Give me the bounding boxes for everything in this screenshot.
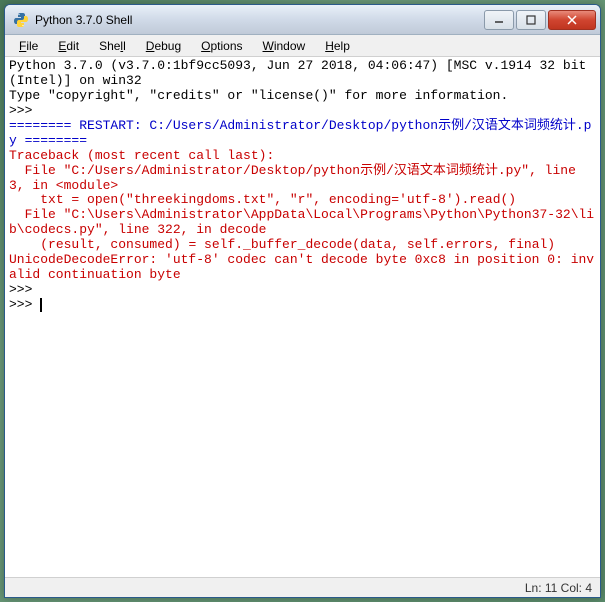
shell-prompt: >>> bbox=[9, 297, 40, 312]
traceback-code-2: (result, consumed) = self._buffer_decode… bbox=[9, 237, 555, 252]
menu-help[interactable]: Help bbox=[315, 37, 360, 55]
menu-window[interactable]: Window bbox=[253, 37, 316, 55]
shell-prompt: >>> bbox=[9, 282, 40, 297]
maximize-button[interactable] bbox=[516, 10, 546, 30]
titlebar[interactable]: Python 3.7.0 Shell bbox=[5, 5, 600, 35]
menubar: File Edit Shell Debug Options Window Hel… bbox=[5, 35, 600, 57]
close-button[interactable] bbox=[548, 10, 596, 30]
statusbar: Ln: 11 Col: 4 bbox=[5, 577, 600, 597]
menu-file[interactable]: File bbox=[9, 37, 48, 55]
shell-content[interactable]: Python 3.7.0 (v3.7.0:1bf9cc5093, Jun 27 … bbox=[5, 57, 600, 577]
error-message: UnicodeDecodeError: 'utf-8' codec can't … bbox=[9, 252, 594, 282]
menu-edit[interactable]: Edit bbox=[48, 37, 89, 55]
text-cursor bbox=[40, 298, 42, 312]
traceback-code-1: txt = open("threekingdoms.txt", "r", enc… bbox=[9, 192, 516, 207]
menu-options[interactable]: Options bbox=[191, 37, 252, 55]
python-icon bbox=[13, 12, 29, 28]
minimize-button[interactable] bbox=[484, 10, 514, 30]
shell-prompt: >>> bbox=[9, 103, 40, 118]
menu-shell[interactable]: Shell bbox=[89, 37, 136, 55]
traceback-header: Traceback (most recent call last): bbox=[9, 148, 274, 163]
window-controls bbox=[482, 10, 596, 30]
python-banner-help: Type "copyright", "credits" or "license(… bbox=[9, 88, 508, 103]
python-banner-version: Python 3.7.0 (v3.7.0:1bf9cc5093, Jun 27 … bbox=[9, 58, 594, 88]
restart-line: ======== RESTART: C:/Users/Administrator… bbox=[9, 118, 591, 148]
menu-debug[interactable]: Debug bbox=[136, 37, 191, 55]
traceback-file-2: File "C:\Users\Administrator\AppData\Loc… bbox=[9, 207, 594, 237]
cursor-position: Ln: 11 Col: 4 bbox=[525, 581, 592, 595]
window-title: Python 3.7.0 Shell bbox=[35, 13, 482, 27]
traceback-file-1: File "C:/Users/Administrator/Desktop/pyt… bbox=[9, 163, 584, 193]
app-window: Python 3.7.0 Shell File Edit Shell Debug… bbox=[4, 4, 601, 598]
